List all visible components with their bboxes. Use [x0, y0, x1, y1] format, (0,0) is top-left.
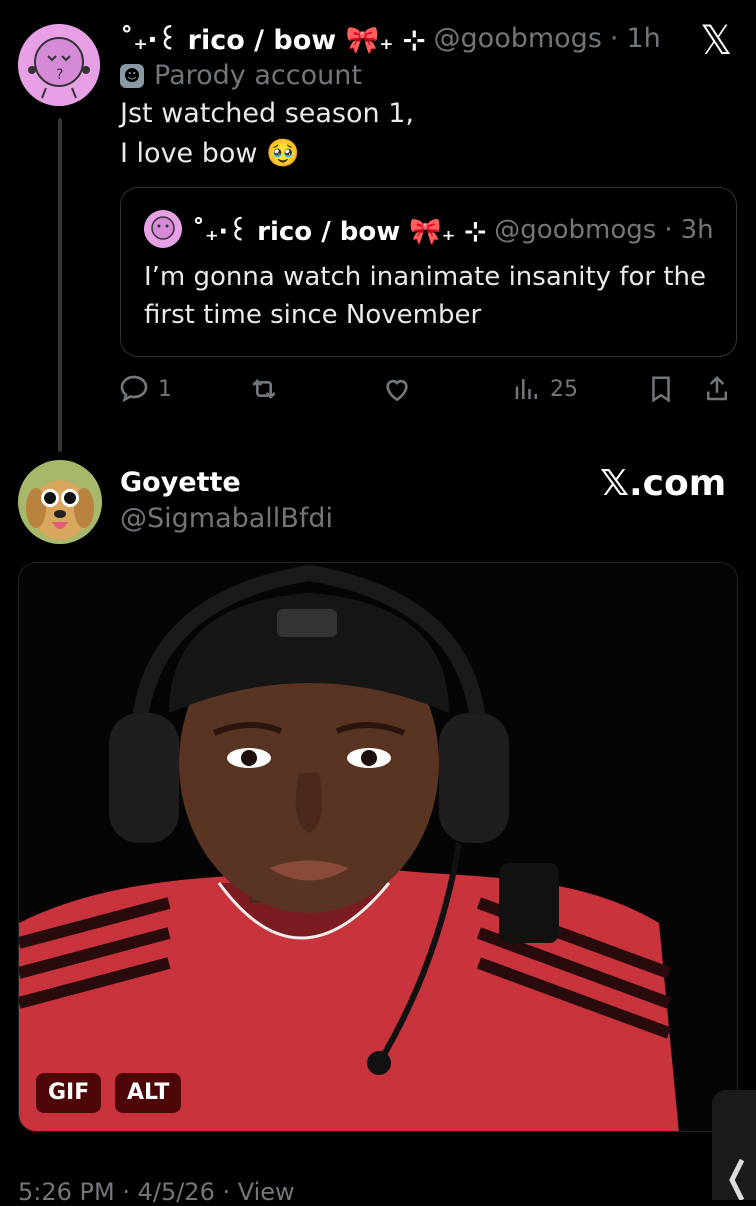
post-header: ˚₊‧꒰ rico / bow 🎀₊ ⊹ @goobmogs · 1h	[120, 18, 661, 58]
x-logo-icon[interactable]: 𝕏	[700, 18, 732, 64]
gif-badge: GIF	[36, 1073, 102, 1113]
post-time[interactable]: 1h	[626, 23, 660, 54]
repost-icon	[252, 379, 276, 399]
action-bar: 1 25	[118, 373, 738, 409]
post-text-line1: Jst watched season 1,	[120, 98, 414, 129]
post-text-line2: I love bow 🥹	[120, 138, 300, 169]
quoted-header: ˚₊‧꒰ rico / bow 🎀₊ ⊹ @goobmogs · 3h	[192, 212, 714, 248]
pink-creature-avatar-icon: ?	[18, 24, 100, 106]
views-button[interactable]: 25	[512, 373, 578, 405]
quoted-avatar	[144, 210, 182, 248]
quoted-text-line1: I’m gonna watch inanimate insanity for t…	[144, 262, 706, 292]
post-dot: ·	[609, 22, 619, 54]
reply-button[interactable]: 1	[118, 373, 172, 405]
share-button[interactable]	[702, 373, 732, 405]
quoted-display-name: ˚₊‧꒰ rico / bow 🎀₊ ⊹	[192, 217, 487, 247]
reply-handle[interactable]: @SigmaballBfdi	[120, 503, 333, 534]
post-avatar[interactable]: ?	[18, 24, 100, 106]
views-icon	[515, 379, 537, 399]
x-com-brand: 𝕏.com	[600, 463, 727, 504]
parody-label: ☻ Parody account	[120, 60, 362, 91]
streamer-gif-image	[19, 563, 737, 1131]
post-display-name[interactable]: ˚₊‧꒰ rico / bow 🎀₊ ⊹	[120, 20, 426, 56]
alt-badge[interactable]: ALT	[115, 1073, 182, 1113]
chevron-left-icon	[729, 1158, 745, 1202]
reply-display-name[interactable]: Goyette	[120, 467, 241, 498]
reply-avatar[interactable]	[18, 460, 102, 544]
mask-icon: ☻	[120, 63, 144, 88]
parody-label-text: Parody account	[154, 60, 362, 91]
pink-creature-avatar-icon	[144, 210, 182, 248]
reply-footer: 5:26 PM · 4/5/26 · View	[18, 1178, 295, 1206]
like-button[interactable]	[380, 373, 414, 405]
heart-icon	[386, 379, 408, 402]
thread-line	[58, 118, 62, 452]
quoted-handle: @goobmogs	[494, 215, 657, 245]
quoted-time: 3h	[680, 215, 714, 245]
svg-text:?: ?	[56, 67, 63, 83]
repost-button[interactable]	[246, 373, 282, 405]
bookmark-icon	[652, 376, 670, 403]
views-count: 25	[550, 376, 578, 402]
back-chevron-button[interactable]	[712, 1090, 756, 1202]
share-icon	[707, 375, 727, 401]
post-handle[interactable]: @goobmogs	[434, 23, 602, 54]
dog-avatar-icon	[18, 460, 102, 544]
gif-media[interactable]	[18, 562, 738, 1132]
bookmark-button[interactable]	[646, 373, 676, 405]
quoted-text-line2: first time since November	[144, 300, 482, 330]
reply-count: 1	[158, 376, 172, 402]
quoted-dot: ·	[664, 215, 673, 245]
reply-icon	[120, 375, 148, 403]
